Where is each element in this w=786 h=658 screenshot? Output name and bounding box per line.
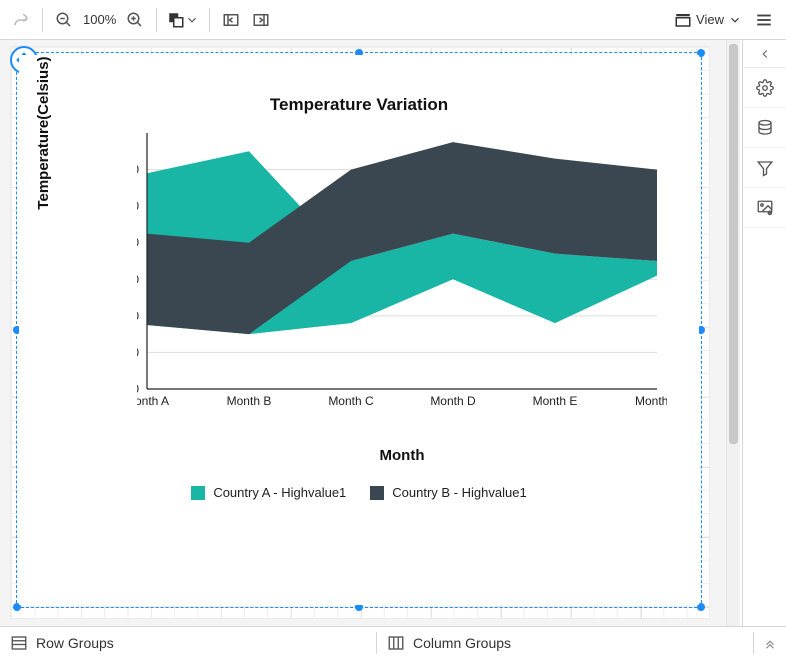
svg-text:Month F: Month F (635, 394, 667, 408)
properties-panel-button[interactable] (743, 68, 786, 108)
svg-text:Month C: Month C (328, 394, 374, 408)
svg-text:80: 80 (137, 236, 139, 250)
svg-text:Month A: Month A (137, 394, 169, 408)
row-groups-section[interactable]: Row Groups (0, 634, 376, 652)
svg-text:Month B: Month B (227, 394, 272, 408)
side-panel (742, 40, 786, 626)
zoom-in-button[interactable] (120, 5, 150, 35)
svg-text:Month D: Month D (430, 394, 476, 408)
row-groups-label: Row Groups (36, 635, 114, 651)
align-left-button[interactable] (216, 5, 246, 35)
legend-swatch-b (370, 486, 384, 500)
groups-collapse-toggle[interactable] (754, 636, 786, 650)
zoom-out-button[interactable] (49, 5, 79, 35)
chart-item[interactable]: Temperature Variation Temperature(Celsiu… (19, 55, 699, 605)
main-menu-button[interactable] (748, 11, 780, 29)
legend-label-a: Country A - Highvalue1 (213, 485, 346, 500)
align-right-button[interactable] (246, 5, 276, 35)
view-label: View (696, 12, 724, 27)
parameters-panel-button[interactable] (743, 148, 786, 188)
chart-selection[interactable]: Temperature Variation Temperature(Celsiu… (16, 52, 702, 608)
svg-text:40: 40 (137, 309, 139, 323)
svg-text:120: 120 (137, 163, 139, 177)
app-root: 100% View (0, 0, 786, 658)
legend-swatch-a (191, 486, 205, 500)
main-area: Temperature Variation Temperature(Celsiu… (0, 40, 786, 626)
chart-legend: Country A - Highvalue1 Country B - Highv… (19, 485, 699, 500)
svg-text:Month E: Month E (533, 394, 578, 408)
canvas-background[interactable]: Temperature Variation Temperature(Celsiu… (0, 40, 740, 626)
image-manager-panel-button[interactable] (743, 188, 786, 228)
column-groups-section[interactable]: Column Groups (377, 634, 753, 652)
legend-item-a: Country A - Highvalue1 (191, 485, 346, 500)
svg-text:60: 60 (137, 272, 139, 286)
legend-item-b: Country B - Highvalue1 (370, 485, 526, 500)
groups-bar: Row Groups Column Groups (0, 626, 786, 658)
svg-text:20: 20 (137, 345, 139, 359)
svg-text:100: 100 (137, 199, 139, 213)
redo-button (6, 5, 36, 35)
plot-area: 020406080100120Month AMonth BMonth CMont… (137, 133, 667, 409)
column-groups-icon (387, 634, 405, 652)
zoom-level-label[interactable]: 100% (79, 12, 120, 27)
y-axis-title: Temperature(Celsius) (35, 56, 52, 209)
data-panel-button[interactable] (743, 108, 786, 148)
top-toolbar: 100% View (0, 0, 786, 40)
row-groups-icon (10, 634, 28, 652)
legend-label-b: Country B - Highvalue1 (392, 485, 526, 500)
vertical-scrollbar[interactable] (726, 40, 740, 626)
chart-title: Temperature Variation (19, 95, 699, 115)
view-dropdown[interactable]: View (668, 5, 748, 35)
order-dropdown[interactable] (163, 5, 203, 35)
side-panel-collapse[interactable] (743, 40, 786, 68)
column-groups-label: Column Groups (413, 635, 511, 651)
canvas-area: Temperature Variation Temperature(Celsiu… (0, 40, 742, 626)
x-axis-title: Month (137, 447, 667, 464)
